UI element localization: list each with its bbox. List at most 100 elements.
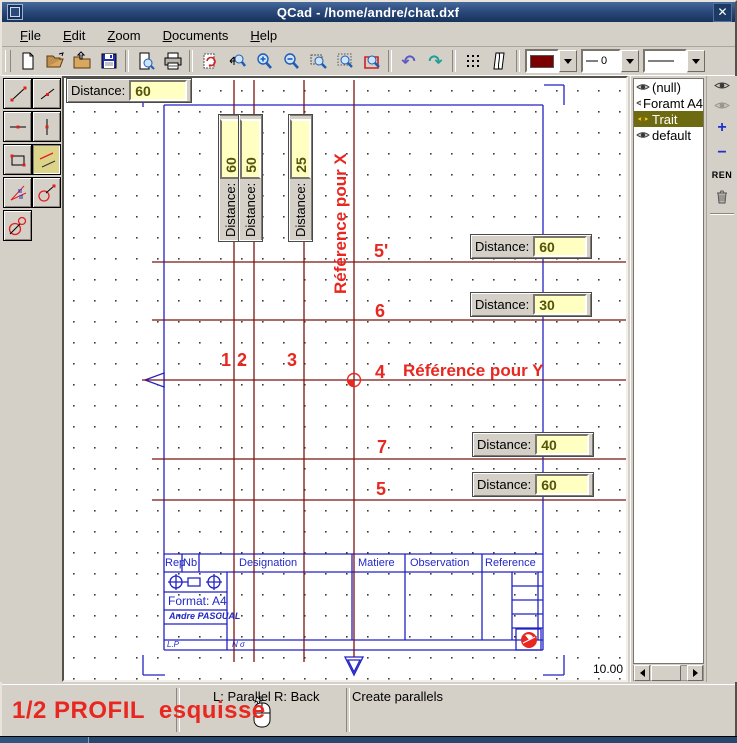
eye-icon bbox=[636, 114, 650, 124]
scroll-left-button[interactable] bbox=[634, 665, 650, 681]
current-color-swatch bbox=[530, 55, 554, 68]
open-folder-icon bbox=[45, 51, 65, 71]
distance-option-toolbar[interactable]: Distance: 60 bbox=[66, 78, 192, 103]
line-vertical-tool[interactable] bbox=[32, 111, 61, 142]
mark-5: 5 bbox=[376, 480, 386, 498]
style-dropdown-arrow[interactable] bbox=[687, 50, 705, 72]
tangent-circles-tool[interactable] bbox=[3, 210, 32, 241]
zoom-in-button[interactable] bbox=[250, 48, 277, 74]
parallel-lines-icon bbox=[36, 149, 58, 171]
mark-1: 1 bbox=[221, 351, 231, 369]
layer-row-trait[interactable]: Trait bbox=[634, 111, 703, 127]
distance-label: Distance: bbox=[223, 183, 238, 237]
distance-widget-h2[interactable]: Distance: 30 bbox=[470, 292, 592, 317]
zoom-select-button[interactable] bbox=[331, 48, 358, 74]
line-style-select[interactable] bbox=[643, 50, 705, 72]
layer-list[interactable]: (null) Foramt A4 Trait default bbox=[633, 78, 704, 664]
line-two-points-icon bbox=[7, 83, 29, 105]
drawing-canvas[interactable]: Distance: 60 Distance: 60 Distance: 50 D… bbox=[62, 76, 628, 682]
distance-input[interactable]: 50 bbox=[240, 119, 261, 179]
new-file-button[interactable] bbox=[14, 48, 41, 74]
distance-widget-h4[interactable]: Distance: 60 bbox=[472, 472, 594, 497]
distance-widget-h1[interactable]: Distance: 60 bbox=[470, 234, 592, 259]
zoom-out-button[interactable] bbox=[277, 48, 304, 74]
undo-icon: ↶ bbox=[401, 53, 415, 70]
distance-input[interactable]: 60 bbox=[129, 80, 187, 101]
scroll-right-icon bbox=[693, 669, 698, 677]
scroll-thumb[interactable] bbox=[651, 665, 681, 681]
layer-name: Foramt A4 bbox=[643, 96, 703, 111]
parallel-tool[interactable] bbox=[32, 144, 61, 175]
distance-input[interactable]: 60 bbox=[533, 236, 587, 257]
print-preview-button[interactable] bbox=[132, 48, 159, 74]
titleblock-author: Andre PASCUAL bbox=[169, 612, 240, 621]
new-file-icon bbox=[18, 51, 38, 71]
statusbar-separator bbox=[346, 688, 350, 732]
tutorial-caption: 1/2 PROFIL esquisse bbox=[12, 697, 266, 725]
menu-zoom[interactable]: Zoom bbox=[99, 26, 148, 45]
titleblock-header-observation: Observation bbox=[410, 558, 469, 569]
layer-row-format-a4[interactable]: Foramt A4 bbox=[634, 95, 703, 111]
print-button[interactable] bbox=[159, 48, 186, 74]
open-file-button[interactable] bbox=[41, 48, 68, 74]
line-width-select[interactable]: 0 bbox=[581, 50, 639, 72]
close-button[interactable]: ✕ bbox=[713, 3, 732, 22]
titleblock-header-matiere: Matiere bbox=[358, 558, 395, 569]
distance-widget-vertical-2[interactable]: Distance: 50 bbox=[238, 114, 263, 242]
menu-help[interactable]: Help bbox=[242, 26, 285, 45]
color-dropdown-arrow[interactable] bbox=[559, 50, 577, 72]
toolbar-separator bbox=[388, 50, 392, 72]
remove-layer-button[interactable]: − bbox=[717, 145, 726, 161]
distance-widget-vertical-3[interactable]: Distance: 25 bbox=[288, 114, 313, 242]
distance-input[interactable]: 25 bbox=[290, 119, 311, 179]
show-all-layers-icon[interactable] bbox=[714, 80, 730, 91]
color-select[interactable] bbox=[525, 50, 577, 72]
undo-button[interactable]: ↶ bbox=[395, 48, 422, 74]
title-bar[interactable]: QCad - /home/andre/chat.dxf ✕ bbox=[2, 2, 735, 22]
line-tool-palette bbox=[0, 76, 62, 682]
line-angle-tool[interactable] bbox=[32, 78, 61, 109]
layer-name: (null) bbox=[652, 80, 681, 95]
zoom-auto-button[interactable] bbox=[223, 48, 250, 74]
zoom-window-button[interactable] bbox=[304, 48, 331, 74]
menu-file[interactable]: File bbox=[12, 26, 49, 45]
resize-handle-segment[interactable] bbox=[0, 737, 89, 743]
rectangle-tool[interactable] bbox=[3, 144, 32, 175]
rename-layer-button[interactable]: REN bbox=[712, 170, 733, 180]
width-dropdown-arrow[interactable] bbox=[621, 50, 639, 72]
menu-edit[interactable]: Edit bbox=[55, 26, 93, 45]
distance-input[interactable]: 30 bbox=[533, 294, 587, 315]
toolbar-separator bbox=[452, 50, 456, 72]
hide-all-layers-icon[interactable] bbox=[714, 100, 730, 111]
line-two-points-tool[interactable] bbox=[3, 78, 32, 109]
printer-icon bbox=[163, 51, 183, 71]
layer-row-default[interactable]: default bbox=[634, 127, 703, 143]
toolbar-handle[interactable] bbox=[5, 50, 11, 72]
line-horizontal-tool[interactable] bbox=[3, 111, 32, 142]
tangent-point-circle-tool[interactable] bbox=[32, 177, 61, 208]
distance-widget-h3[interactable]: Distance: 40 bbox=[472, 432, 594, 457]
draft-mode-button[interactable] bbox=[486, 48, 513, 74]
scroll-right-button[interactable] bbox=[687, 665, 703, 681]
bisector-tool[interactable] bbox=[3, 177, 32, 208]
zoom-previous-icon bbox=[362, 51, 382, 71]
delete-layer-trash-icon[interactable] bbox=[715, 189, 729, 204]
layer-row-null[interactable]: (null) bbox=[634, 79, 703, 95]
titleblock-header-nb: Nb bbox=[183, 558, 197, 569]
distance-input[interactable]: 60 bbox=[535, 474, 589, 495]
redraw-button[interactable] bbox=[196, 48, 223, 74]
mark-5-prime: 5' bbox=[374, 242, 388, 260]
import-button[interactable] bbox=[68, 48, 95, 74]
save-button[interactable] bbox=[95, 48, 122, 74]
width-preview-icon bbox=[586, 59, 598, 63]
distance-input[interactable]: 40 bbox=[535, 434, 589, 455]
print-preview-icon bbox=[136, 51, 156, 71]
zoom-previous-button[interactable] bbox=[358, 48, 385, 74]
redo-button[interactable]: ↷ bbox=[422, 48, 449, 74]
window-menu-icon[interactable] bbox=[7, 4, 23, 20]
save-floppy-icon bbox=[99, 51, 119, 71]
add-layer-button[interactable]: + bbox=[717, 120, 726, 136]
grid-toggle-button[interactable] bbox=[459, 48, 486, 74]
layer-list-scrollbar[interactable] bbox=[633, 665, 704, 681]
menu-documents[interactable]: Documents bbox=[155, 26, 237, 45]
